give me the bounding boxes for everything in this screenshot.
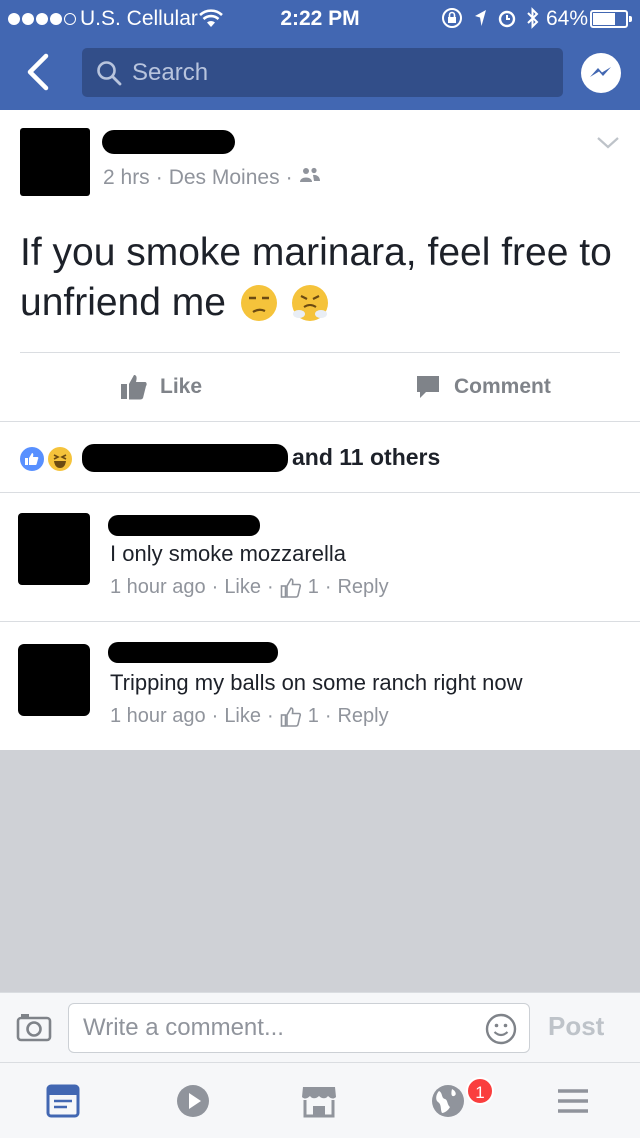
- thumbs-up-outline-icon: [280, 706, 301, 727]
- chevron-left-icon: [27, 53, 49, 91]
- emoji-picker-button[interactable]: [485, 1013, 517, 1050]
- commenter-name-redacted[interactable]: [108, 642, 278, 663]
- comment-meta: 1 hour ago · Like · 1 · Reply: [110, 705, 389, 728]
- separator-dot: ·: [267, 576, 274, 598]
- top-bar: U.S. Cellular 2:22 PM 64%: [0, 0, 640, 110]
- comment-time: 1 hour ago: [110, 705, 206, 727]
- friends-icon: [299, 166, 321, 190]
- commenter-name-redacted[interactable]: [108, 515, 260, 536]
- comment-like-count[interactable]: 1: [308, 705, 319, 728]
- thumbs-up-outline-icon: [280, 577, 301, 598]
- comment-time: 1 hour ago: [110, 576, 206, 598]
- comment-meta: 1 hour ago · Like · 1 · Reply: [110, 576, 389, 599]
- comment-bubble-icon: [417, 376, 439, 398]
- like-button[interactable]: Like: [120, 353, 202, 421]
- comment-item: I only smoke mozzarella 1 hour ago · Lik…: [0, 493, 640, 621]
- camera-icon: [16, 1014, 52, 1042]
- comment-input-box[interactable]: [68, 1003, 530, 1053]
- battery-percentage: 64%: [545, 7, 588, 30]
- post-card: 2 hrs · Des Moines · If you smoke marina…: [0, 110, 640, 750]
- comment-composer: Post: [0, 992, 640, 1062]
- menu-icon: [558, 1089, 588, 1113]
- separator-dot: ·: [285, 166, 293, 189]
- comment-item: Tripping my balls on some ranch right no…: [0, 622, 640, 750]
- face-with-steam-from-nose-emoji-icon: [291, 285, 328, 321]
- tab-notifications[interactable]: [430, 1083, 470, 1123]
- search-input[interactable]: [132, 48, 552, 97]
- tab-news-feed[interactable]: [45, 1083, 85, 1123]
- bluetooth-icon: [526, 7, 540, 35]
- comment-button[interactable]: Comment: [414, 353, 551, 421]
- author-avatar-redacted[interactable]: [20, 128, 90, 196]
- post-location[interactable]: Des Moines: [169, 166, 280, 190]
- location-arrow-icon: [472, 8, 488, 34]
- separator-dot: ·: [211, 705, 219, 727]
- search-bar[interactable]: [82, 48, 563, 97]
- reactor-names-redacted[interactable]: [82, 444, 288, 472]
- comment-input[interactable]: [83, 1004, 473, 1052]
- post-options-chevron-icon[interactable]: [596, 136, 620, 155]
- tab-marketplace[interactable]: [300, 1083, 340, 1123]
- messenger-button[interactable]: [581, 53, 621, 93]
- haha-reaction-icon: [46, 445, 74, 473]
- tab-menu[interactable]: [555, 1083, 595, 1123]
- post-actions: Like Comment: [0, 353, 640, 421]
- comment-text: Tripping my balls on some ranch right no…: [110, 670, 523, 695]
- messenger-icon: [590, 67, 611, 77]
- alarm-icon: [497, 8, 517, 34]
- tab-video[interactable]: [175, 1083, 215, 1123]
- author-name-redacted[interactable]: [102, 130, 235, 154]
- smiley-icon: [485, 1013, 517, 1045]
- clock: 2:22 PM: [280, 7, 360, 30]
- video-play-icon: [177, 1085, 209, 1117]
- separator-dot: ·: [211, 576, 219, 598]
- search-icon: [96, 60, 122, 91]
- comment-like-link[interactable]: Like: [224, 576, 261, 599]
- rotation-lock-icon: [441, 7, 463, 35]
- post-time[interactable]: 2 hrs: [103, 166, 150, 190]
- comment-reply-link[interactable]: Reply: [337, 705, 388, 728]
- battery-icon: [590, 10, 632, 28]
- thumbs-up-icon: [121, 375, 147, 400]
- notifications-badge: 1: [466, 1077, 494, 1105]
- comment-text: I only smoke mozzarella: [110, 541, 346, 566]
- commenter-avatar-redacted[interactable]: [18, 513, 90, 585]
- back-button[interactable]: [22, 52, 56, 92]
- separator-dot: ·: [324, 705, 332, 727]
- notifications-globe-icon: [432, 1085, 464, 1117]
- commenter-avatar-redacted[interactable]: [18, 644, 90, 716]
- separator-dot: ·: [267, 705, 274, 727]
- post-comment-button[interactable]: Post: [548, 1011, 604, 1042]
- like-label: Like: [160, 375, 203, 398]
- post-meta: 2 hrs · Des Moines ·: [103, 166, 321, 190]
- like-reaction-icon: [18, 445, 46, 473]
- post-text: If you smoke marinara, feel free to unfr…: [20, 228, 625, 328]
- comment-like-link[interactable]: Like: [224, 705, 261, 728]
- reactions-summary[interactable]: and 11 others: [0, 422, 640, 492]
- comment-reply-link[interactable]: Reply: [337, 576, 388, 599]
- marketplace-icon: [302, 1087, 336, 1118]
- status-bar: U.S. Cellular 2:22 PM 64%: [0, 0, 640, 38]
- camera-button[interactable]: [16, 1012, 52, 1047]
- comment-like-count[interactable]: 1: [308, 576, 319, 599]
- unamused-face-emoji-icon: [240, 285, 277, 321]
- comment-label: Comment: [454, 375, 551, 398]
- separator-dot: ·: [324, 576, 332, 598]
- separator-dot: ·: [155, 166, 163, 189]
- bottom-tab-bar: 1: [0, 1062, 640, 1138]
- reactions-others-text[interactable]: and 11 others: [292, 444, 440, 471]
- news-feed-icon: [46, 1084, 80, 1118]
